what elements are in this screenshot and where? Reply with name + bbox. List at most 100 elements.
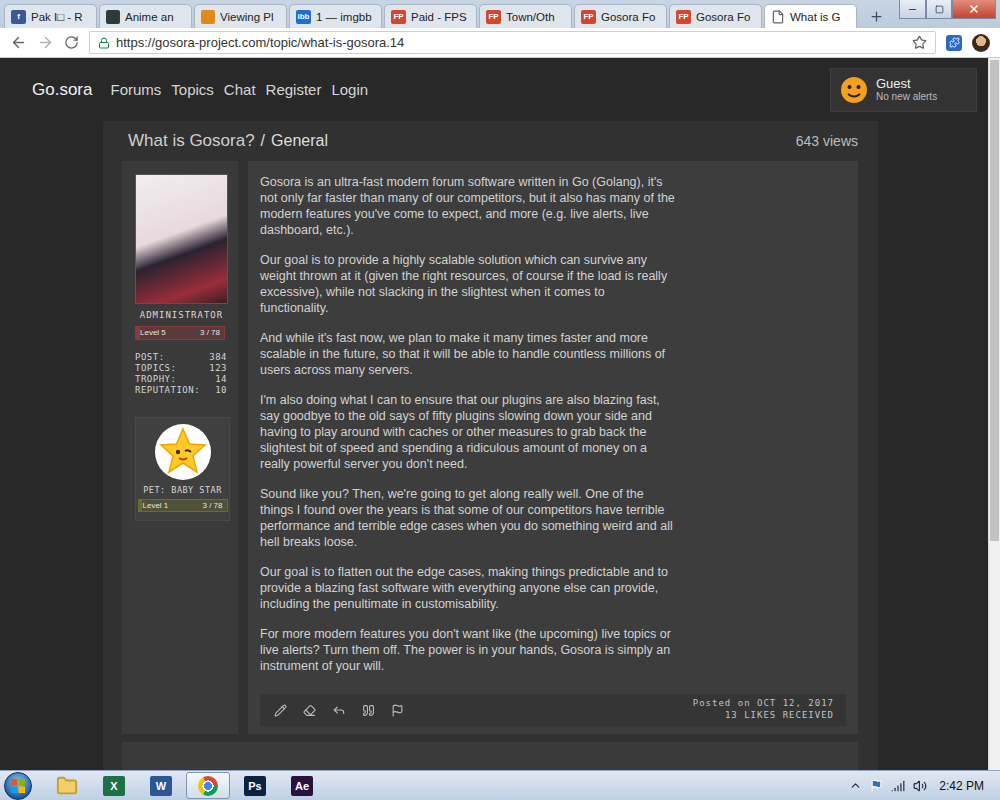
browser-tab[interactable]: Viewing Pl — [194, 4, 287, 28]
volume-icon[interactable] — [913, 779, 927, 793]
edit-icon[interactable] — [274, 704, 287, 717]
favicon-icon: FP — [486, 10, 501, 24]
extension-icon — [949, 37, 960, 48]
topic-title: What is Gosora? — [128, 131, 255, 151]
level-fill — [139, 500, 143, 512]
chrome-icon — [198, 776, 218, 796]
reply-icon[interactable] — [332, 703, 346, 717]
forum-link[interactable]: General — [271, 132, 328, 150]
post-likes: 13 LIKES RECEIVED — [725, 710, 834, 722]
stat-label: POST: — [135, 352, 209, 362]
browser-tab[interactable]: ibb1 — imgbb — [289, 4, 382, 28]
tab-title: Paid - FPS — [411, 11, 467, 23]
favicon-icon — [106, 10, 120, 24]
minimize-icon — [907, 4, 918, 15]
address-bar[interactable]: https://gosora-project.com/topic/what-is… — [89, 31, 936, 54]
nav-link[interactable]: Register — [266, 81, 322, 98]
nav-link[interactable]: Topics — [171, 81, 214, 98]
close-icon — [968, 3, 980, 15]
pet-name: PET: BABY STAR — [143, 485, 222, 495]
scrollbar[interactable] — [988, 58, 1000, 770]
report-flag-icon[interactable] — [391, 704, 404, 717]
app-icon: W — [150, 776, 172, 796]
topic-forum[interactable]: / — [261, 132, 265, 150]
scrollbar-thumb[interactable] — [990, 60, 999, 541]
post-meta: Posted on OCT 12, 201713 LIKES RECEIVED — [693, 698, 834, 721]
browser-tab[interactable]: f Pak I□ - R — [4, 4, 97, 28]
taskbar-app[interactable] — [186, 772, 230, 799]
site-logo[interactable]: Go.sora — [32, 80, 92, 100]
app-icon: Ae — [291, 776, 313, 796]
nav-link[interactable]: Chat — [224, 81, 256, 98]
maximize-icon — [935, 5, 944, 14]
post-footer: Posted on OCT 12, 201713 LIKES RECEIVED — [260, 694, 846, 726]
tab-title: Gosora Fo — [601, 11, 655, 23]
favicon-icon: FP — [581, 10, 596, 24]
post-paragraph: And while it's fast now, we plan to make… — [260, 330, 675, 378]
window-controls — [899, 0, 996, 19]
delete-icon[interactable] — [303, 704, 316, 717]
taskbar-app[interactable]: W — [139, 772, 183, 799]
level-progress: 3 / 78 — [200, 328, 220, 338]
topic-container: What is Gosora?/General643 viewsADMINIST… — [103, 121, 878, 770]
system-tray: 2:42 PM — [849, 779, 994, 793]
level-label: Level 1 — [143, 501, 169, 511]
view-count: 643 views — [796, 133, 858, 149]
viewport: Go.sora Forums Topics Chat Register Login Gues… — [0, 58, 1000, 770]
action-center-icon[interactable] — [870, 779, 883, 792]
forward-icon[interactable] — [37, 34, 54, 51]
close-button[interactable] — [952, 0, 996, 19]
taskbar-app[interactable]: X — [92, 772, 136, 799]
maximize-button[interactable] — [926, 0, 952, 19]
tab-strip: f Pak I□ - R Anime anViewing Plibb1 — imgb… — [0, 0, 1000, 28]
start-button[interactable] — [4, 772, 32, 800]
show-hidden-icon[interactable] — [849, 779, 862, 792]
windows-flag-icon — [11, 779, 25, 793]
taskbar-app[interactable]: Ps — [233, 772, 277, 799]
tab-title: Pak I□ - R — [31, 11, 83, 23]
user-avatar[interactable] — [135, 174, 228, 304]
reload-icon[interactable] — [64, 35, 79, 50]
user-stats: POST:384TOPICS:123TROPHY:14REPUTATION:10 — [135, 352, 227, 395]
taskbar: X W Ps Ae 2:42 PM — [0, 770, 1000, 800]
alerts-box[interactable]: GuestNo new alerts — [830, 68, 977, 112]
network-icon[interactable] — [891, 779, 905, 793]
profile-avatar[interactable] — [972, 34, 990, 52]
browser-tab[interactable]: FPTown/Oth — [479, 4, 572, 28]
minimize-button[interactable] — [899, 0, 926, 19]
user-column: ADMINISTRATORLevel 53 / 78POST:384TOPICS… — [122, 161, 238, 734]
stat-value: 123 — [209, 363, 227, 373]
new-tab-button[interactable] — [863, 5, 889, 27]
stat-label: TROPHY: — [135, 374, 209, 384]
lock-icon — [98, 37, 110, 49]
bookmark-star-icon[interactable] — [912, 35, 927, 50]
favicon-icon: ibb — [296, 10, 311, 24]
nav-link[interactable]: Login — [331, 81, 368, 98]
level-progress: 3 / 78 — [202, 501, 222, 511]
tab-title: What is G — [790, 11, 840, 23]
post-paragraph: Gosora is an ultra-fast modern forum sof… — [260, 174, 675, 238]
pet-level-bar: Level 1 3 / 78 — [138, 499, 228, 513]
browser-tab[interactable]: FPGosora Fo — [669, 4, 762, 28]
alert-user: Guest — [876, 77, 937, 91]
stat-label: REPUTATION: — [135, 385, 209, 395]
back-icon[interactable] — [10, 34, 27, 51]
taskbar-app[interactable] — [45, 772, 89, 799]
next-post — [122, 742, 858, 770]
nav-link[interactable]: Forums — [110, 81, 161, 98]
taskbar-app[interactable]: Ae — [280, 772, 324, 799]
main-nav: Forums Topics Chat Register Login — [110, 81, 368, 98]
clock[interactable]: 2:42 PM — [935, 779, 994, 793]
extension-button[interactable] — [946, 35, 962, 51]
browser-tab[interactable]: FPPaid - FPS — [384, 4, 477, 28]
browser-tab[interactable]: Anime an — [99, 4, 192, 28]
user-level-bar: Level 53 / 78 — [135, 326, 225, 340]
browser-tab[interactable]: FP Gosora Fo — [574, 4, 667, 28]
desktop: f Pak I□ - R Anime anViewing Plibb1 — imgb… — [0, 0, 1000, 800]
browser-tab[interactable]: What is G — [764, 4, 857, 28]
quote-icon[interactable] — [362, 704, 375, 717]
favicon-icon — [201, 10, 215, 24]
favicon-icon: f — [11, 10, 26, 24]
app-icon: X — [103, 776, 125, 796]
post-paragraph: I'm also doing what I can to ensure that… — [260, 392, 675, 472]
